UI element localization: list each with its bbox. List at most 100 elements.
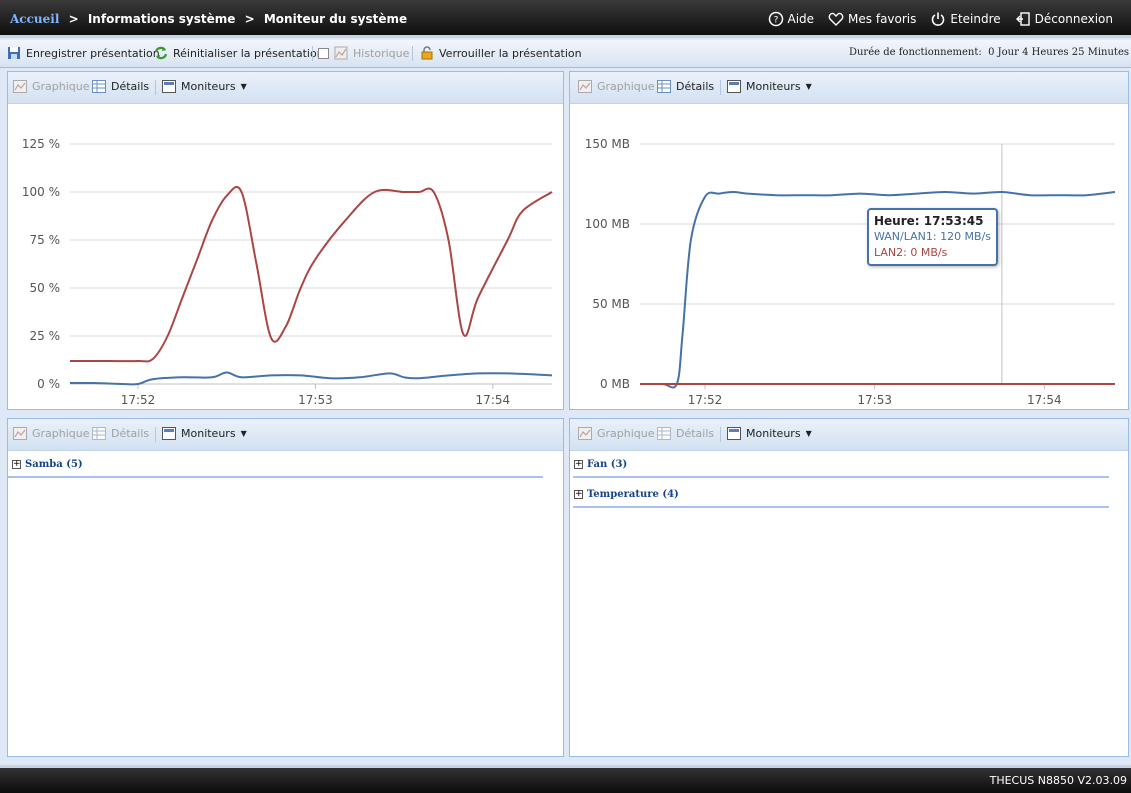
- temperature-group-row[interactable]: + Temperature (4): [574, 489, 679, 500]
- monitors-menu-button[interactable]: Moniteurs ▼: [162, 427, 247, 440]
- monitor-icon: [162, 427, 176, 440]
- reset-layout-label: Réinitialiser la présentation: [173, 46, 324, 60]
- graph-label: Graphique: [597, 427, 655, 440]
- group-divider: [8, 476, 543, 478]
- details-button[interactable]: Détails: [657, 427, 714, 440]
- monitors-menu-button[interactable]: Moniteurs ▼: [727, 80, 812, 93]
- group-divider: [573, 506, 1109, 508]
- details-label: Détails: [111, 427, 150, 440]
- lock-layout-label: Verrouiller la présentation: [439, 46, 582, 60]
- save-layout-label: Enregistrer présentation: [26, 46, 160, 60]
- graph-button[interactable]: Graphique: [13, 427, 90, 440]
- details-button[interactable]: Détails: [92, 427, 149, 440]
- chart-icon: [13, 427, 27, 440]
- monitors-menu-button[interactable]: Moniteurs ▼: [162, 80, 247, 93]
- favorites-label: Mes favoris: [848, 12, 917, 26]
- help-button[interactable]: ? Aide: [768, 11, 814, 27]
- details-button[interactable]: Détails: [657, 80, 714, 93]
- toolbar-divider: [312, 46, 313, 61]
- cpu-memory-chart: 0 % 25 % 50 % 75 % 100 % 125 % 17:52 17:53 17:54…: [8, 104, 563, 409]
- table-icon: [92, 80, 106, 93]
- graph-button[interactable]: Graphique: [578, 427, 655, 440]
- tooltip-title: Heure: 17:53:45: [874, 214, 984, 228]
- cpu-memory-chart-svg: 0 % 25 % 50 % 75 % 100 % 125 % 17:52 17:53 17:54…: [22, 137, 553, 407]
- temperature-group-label: Temperature (4): [587, 489, 679, 500]
- lock-icon: [421, 46, 433, 60]
- y-tick-label: 50 MB: [592, 297, 630, 311]
- panel-header: Graphique Détails Moniteurs ▼: [8, 72, 563, 104]
- x-tick-label: 17:52: [121, 393, 156, 407]
- monitors-menu-button[interactable]: Moniteurs ▼: [727, 427, 812, 440]
- expand-icon[interactable]: +: [574, 460, 583, 469]
- tooltip-series2: LAN2: 0 MB/s: [874, 246, 948, 259]
- details-label: Détails: [111, 80, 150, 93]
- y-tick-label: 125 %: [22, 137, 60, 151]
- samba-panel: Graphique Détails Moniteurs ▼ + Samba (5…: [7, 418, 564, 757]
- samba-group-label: Samba (5): [25, 459, 83, 470]
- x-tick-label: 17:54: [476, 393, 511, 407]
- chart-icon: [578, 427, 592, 440]
- y-tick-label: 75 %: [30, 233, 61, 247]
- chart-icon: [334, 46, 348, 60]
- expand-icon[interactable]: +: [574, 490, 583, 499]
- favorites-button[interactable]: Mes favoris: [828, 11, 916, 27]
- reset-layout-button[interactable]: Réinitialiser la présentation: [154, 46, 324, 60]
- breadcrumb-home-link[interactable]: Accueil: [10, 12, 59, 26]
- network-chart: 0 MB 50 MB 100 MB 150 MB 17:52 17:53 17:54 WAN/…: [570, 104, 1128, 409]
- y-tick-label: 0 MB: [600, 377, 630, 391]
- uptime-label: Durée de fonctionnement:: [848, 47, 982, 58]
- logout-icon: [1015, 12, 1030, 26]
- save-layout-button[interactable]: Enregistrer présentation: [7, 46, 160, 60]
- panel-header: Graphique Détails Moniteurs ▼: [8, 419, 563, 451]
- breadcrumb-section: Informations système: [87, 12, 236, 26]
- page-title: Moniteur du système: [263, 12, 408, 26]
- monitors-label: Moniteurs: [181, 427, 236, 440]
- y-tick-label: 100 MB: [585, 217, 630, 231]
- help-icon: ?: [768, 11, 783, 27]
- top-bar: Accueil > Informations système > Moniteu…: [0, 0, 1131, 38]
- graph-label: Graphique: [32, 80, 90, 93]
- lock-layout-button[interactable]: Verrouiller la présentation: [420, 46, 582, 60]
- details-label: Détails: [676, 427, 715, 440]
- panel-divider: [155, 427, 156, 442]
- chevron-down-icon: ▼: [805, 429, 812, 438]
- table-icon: [92, 427, 106, 440]
- monitors-label: Moniteurs: [746, 80, 801, 93]
- details-button[interactable]: Détails: [92, 80, 149, 93]
- network-panel: Graphique Détails Moniteurs ▼ 0 MB 50 MB 1…: [569, 71, 1129, 410]
- y-tick-label: 50 %: [30, 281, 61, 295]
- fan-group-row[interactable]: + Fan (3): [574, 459, 627, 470]
- expand-icon[interactable]: +: [12, 460, 21, 469]
- history-button[interactable]: Historique: [318, 46, 409, 60]
- shutdown-button[interactable]: Eteindre: [930, 11, 1001, 27]
- layout-toolbar: Enregistrer présentation Réinitialiser l…: [0, 40, 1131, 68]
- footer-bar: THECUS N8850 V2.03.09: [0, 765, 1131, 793]
- chart-tooltip: Heure: 17:53:45 WAN/LAN1: 120 MB/s LAN2:…: [867, 208, 999, 266]
- samba-group-row[interactable]: + Samba (5): [12, 459, 83, 470]
- firmware-version: THECUS N8850 V2.03.09: [989, 774, 1127, 787]
- table-icon: [657, 80, 671, 93]
- graph-button[interactable]: Graphique: [13, 80, 90, 93]
- x-tick-label: 17:53: [298, 393, 333, 407]
- uptime-display: Durée de fonctionnement: 0 Jour 4 Heures…: [849, 47, 1129, 58]
- network-chart-svg: 0 MB 50 MB 100 MB 150 MB 17:52 17:53 17:54 WAN/…: [585, 137, 1116, 407]
- panel-header: Graphique Détails Moniteurs ▼: [570, 72, 1128, 104]
- y-tick-label: 100 %: [22, 185, 60, 199]
- series-line-cpu: [69, 371, 553, 386]
- monitor-icon: [727, 80, 741, 93]
- chevron-down-icon: ▼: [240, 429, 247, 438]
- table-icon: [657, 427, 671, 440]
- monitors-label: Moniteurs: [181, 80, 236, 93]
- x-tick-label: 17:52: [688, 393, 723, 407]
- panel-divider: [155, 80, 156, 95]
- x-tick-label: 17:53: [857, 393, 892, 407]
- y-tick-label: 0 %: [37, 377, 60, 391]
- history-label: Historique: [353, 46, 410, 60]
- shutdown-label: Eteindre: [950, 12, 1001, 26]
- y-tick-label: 150 MB: [585, 137, 630, 151]
- monitor-icon: [727, 427, 741, 440]
- svg-text:?: ?: [773, 16, 778, 26]
- history-checkbox[interactable]: [318, 47, 329, 59]
- graph-button[interactable]: Graphique: [578, 80, 655, 93]
- logout-button[interactable]: Déconnexion: [1015, 11, 1113, 27]
